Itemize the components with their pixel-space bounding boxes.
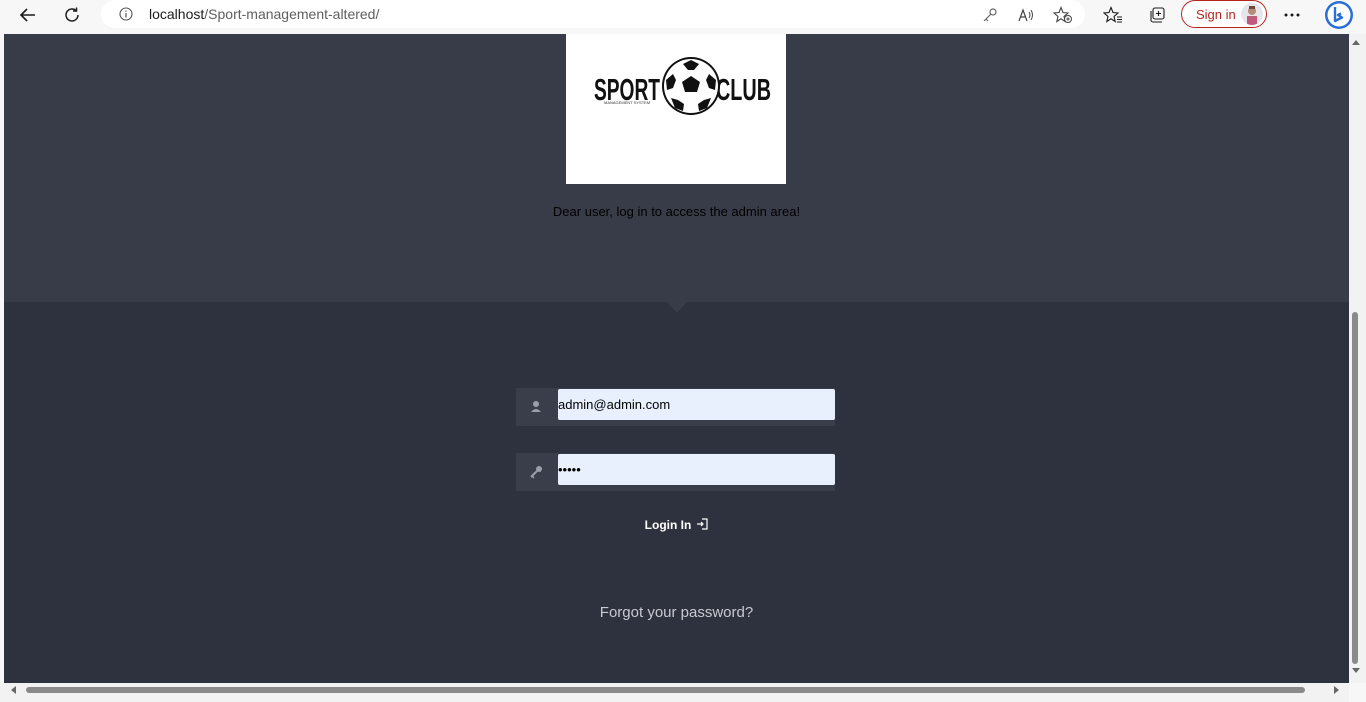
login-button[interactable]: Login In <box>4 518 1349 533</box>
user-icon <box>528 399 544 415</box>
page-viewport: SPORT CLUB MANAGEMENT SYSTEM Dear user, … <box>4 34 1349 683</box>
url-host: localhost <box>149 6 205 22</box>
vertical-scrollbar[interactable] <box>1349 34 1366 683</box>
login-icon <box>696 518 708 533</box>
horizontal-scroll-thumb[interactable] <box>26 687 1305 693</box>
info-icon[interactable] <box>119 7 133 21</box>
login-panel: admin@admin.com ••••• <box>4 302 1349 683</box>
bing-icon[interactable] <box>1323 0 1355 30</box>
collections-icon[interactable] <box>1143 1 1171 29</box>
address-bar[interactable]: localhost/Sport-management-altered/ <box>101 0 1085 28</box>
password-input[interactable]: ••••• <box>558 454 835 485</box>
scroll-down-arrow-icon[interactable] <box>1352 668 1360 673</box>
back-icon[interactable] <box>14 1 42 29</box>
add-favorite-icon[interactable] <box>1052 6 1072 24</box>
horizontal-scrollbar[interactable] <box>0 683 1349 702</box>
sign-in-label: Sign in <box>1196 7 1236 22</box>
hero-section: SPORT CLUB MANAGEMENT SYSTEM Dear user, … <box>4 34 1349 302</box>
scroll-right-arrow-icon[interactable] <box>1334 686 1339 694</box>
key-icon <box>528 464 544 480</box>
welcome-text: Dear user, log in to access the admin ar… <box>552 204 801 219</box>
avatar <box>1241 3 1263 25</box>
hero-notch <box>667 302 687 313</box>
key-icon[interactable] <box>981 6 999 24</box>
email-input[interactable]: admin@admin.com <box>558 389 835 420</box>
url-text[interactable]: localhost/Sport-management-altered/ <box>149 6 379 22</box>
logo-subtitle: MANAGEMENT SYSTEM <box>604 100 650 105</box>
scroll-left-arrow-icon[interactable] <box>11 686 16 694</box>
browser-toolbar: localhost/Sport-management-altered/ Sign… <box>0 0 1366 30</box>
forgot-password-link[interactable]: Forgot your password? <box>4 604 1349 621</box>
scroll-up-arrow-icon[interactable] <box>1352 40 1360 45</box>
url-path: /Sport-management-altered/ <box>204 6 380 22</box>
more-icon[interactable] <box>1278 1 1306 29</box>
email-field: admin@admin.com <box>516 388 835 426</box>
password-field: ••••• <box>516 453 835 491</box>
vertical-scroll-thumb[interactable] <box>1352 312 1358 664</box>
favorites-icon[interactable] <box>1099 1 1127 29</box>
sign-in-button[interactable]: Sign in <box>1181 0 1267 28</box>
sport-club-logo: SPORT CLUB MANAGEMENT SYSTEM <box>566 34 786 184</box>
read-aloud-icon[interactable] <box>1017 6 1035 24</box>
svg-text:CLUB: CLUB <box>716 72 771 107</box>
refresh-icon[interactable] <box>58 1 86 29</box>
login-label: Login In <box>644 518 692 532</box>
